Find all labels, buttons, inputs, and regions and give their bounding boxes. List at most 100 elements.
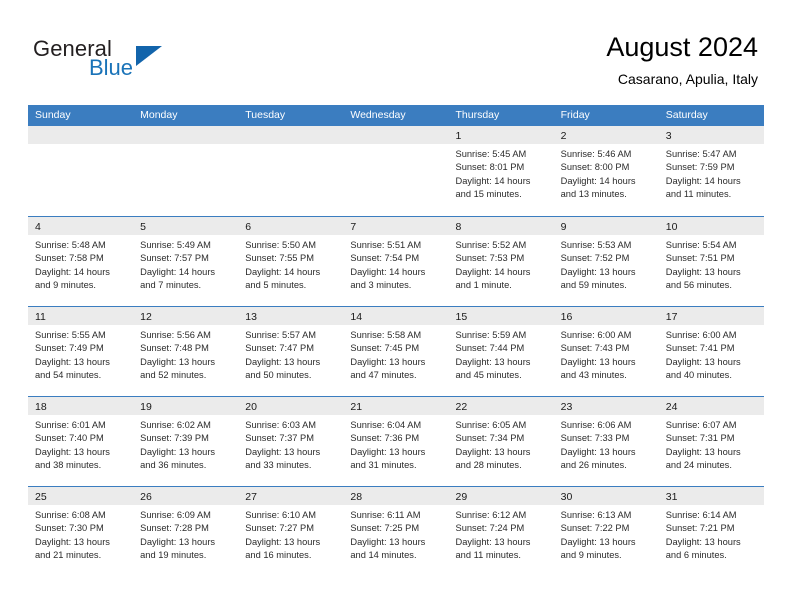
day-cell[interactable]: 1 Sunrise: 5:45 AM Sunset: 8:01 PM Daylight… [448, 126, 554, 215]
day-cell[interactable]: 19 Sunrise: 6:02 AM Sunset: 7:39 PM Dayligh… [133, 397, 239, 486]
day-cell-empty [343, 126, 449, 215]
day-cell[interactable]: 28 Sunrise: 6:11 AM Sunset: 7:25 PM Dayligh… [343, 487, 449, 576]
day-cell[interactable]: 3 Sunrise: 5:47 AM Sunset: 7:59 PM Daylight… [658, 126, 764, 215]
sunrise-text: Sunrise: 5:45 AM [455, 149, 527, 159]
daylight-text-line1: Daylight: 13 hours [35, 446, 110, 457]
day-of-week-header-row: Sunday Monday Tuesday Wednesday Thursday… [28, 105, 764, 126]
sunrise-text: Sunrise: 6:09 AM [140, 510, 211, 520]
sunrise-text: Sunrise: 5:48 AM [35, 240, 106, 250]
sunrise-text: Sunrise: 6:00 AM [665, 330, 737, 340]
day-details: Sunrise: 5:53 AM Sunset: 7:52 PM Daylight:… [554, 235, 659, 293]
day-number-band: 27 [238, 487, 344, 505]
day-cell[interactable]: 12 Sunrise: 5:56 AM Sunset: 7:48 PM Dayligh… [133, 307, 239, 396]
week-row: 1 Sunrise: 5:45 AM Sunset: 8:01 PM Daylight… [28, 126, 764, 216]
day-cell[interactable]: 24 Sunrise: 6:07 AM Sunset: 7:31 PM Dayligh… [658, 397, 764, 486]
day-number: 6 [245, 221, 252, 233]
day-number-band [133, 126, 239, 144]
day-details: Sunrise: 6:04 AM Sunset: 7:36 PM Daylight:… [343, 415, 448, 473]
day-number: 28 [350, 491, 363, 503]
daylight-text-line2: and 7 minutes. [140, 280, 202, 291]
day-number-band [343, 126, 449, 144]
daylight-text-line1: Daylight: 13 hours [245, 536, 321, 547]
sunrise-text: Sunrise: 6:03 AM [245, 420, 317, 430]
day-number-band: 20 [238, 397, 344, 415]
day-cell[interactable]: 5 Sunrise: 5:49 AM Sunset: 7:57 PM Daylight… [133, 217, 239, 306]
day-number-band: 30 [553, 487, 659, 505]
page-title: August 2024 [606, 32, 758, 62]
day-details: Sunrise: 5:50 AM Sunset: 7:55 PM Daylight:… [238, 235, 343, 293]
day-number-band: 7 [343, 217, 449, 235]
sunrise-text: Sunrise: 6:04 AM [350, 420, 422, 430]
day-details: Sunrise: 6:12 AM Sunset: 7:24 PM Daylight:… [449, 505, 554, 563]
sunset-text: Sunset: 7:31 PM [665, 433, 735, 444]
day-cell[interactable]: 21 Sunrise: 6:04 AM Sunset: 7:36 PM Dayligh… [343, 397, 449, 486]
day-details: Sunrise: 6:02 AM Sunset: 7:39 PM Daylight:… [133, 415, 238, 473]
sunset-text: Sunset: 7:39 PM [140, 433, 209, 444]
day-cell[interactable]: 30 Sunrise: 6:13 AM Sunset: 7:22 PM Dayligh… [553, 487, 659, 576]
day-cell[interactable]: 16 Sunrise: 6:00 AM Sunset: 7:43 PM Dayligh… [553, 307, 659, 396]
daylight-text-line1: Daylight: 13 hours [455, 446, 531, 457]
day-cell[interactable]: 15 Sunrise: 5:59 AM Sunset: 7:44 PM Dayligh… [448, 307, 554, 396]
daylight-text-line2: and 1 minute. [455, 280, 512, 291]
sunrise-text: Sunrise: 5:46 AM [560, 149, 632, 159]
day-cell[interactable]: 8 Sunrise: 5:52 AM Sunset: 7:53 PM Daylight… [448, 217, 554, 306]
week-row: 18 Sunrise: 6:01 AM Sunset: 7:40 PM Dayligh… [28, 396, 764, 486]
sunrise-text: Sunrise: 5:47 AM [665, 149, 737, 159]
day-cell[interactable]: 9 Sunrise: 5:53 AM Sunset: 7:52 PM Daylight… [553, 217, 659, 306]
day-number: 14 [350, 311, 363, 323]
day-number: 29 [455, 491, 468, 503]
day-cell[interactable]: 26 Sunrise: 6:09 AM Sunset: 7:28 PM Dayligh… [133, 487, 239, 576]
day-cell[interactable]: 11 Sunrise: 5:55 AM Sunset: 7:49 PM Dayligh… [28, 307, 134, 396]
day-cell[interactable]: 29 Sunrise: 6:12 AM Sunset: 7:24 PM Dayligh… [448, 487, 554, 576]
day-cell[interactable]: 2 Sunrise: 5:46 AM Sunset: 8:00 PM Daylight… [553, 126, 659, 215]
sunrise-text: Sunrise: 6:06 AM [560, 420, 632, 430]
day-cell[interactable]: 25 Sunrise: 6:08 AM Sunset: 7:30 PM Dayligh… [28, 487, 134, 576]
daylight-text-line1: Daylight: 14 hours [245, 266, 321, 277]
day-cell[interactable]: 6 Sunrise: 5:50 AM Sunset: 7:55 PM Daylight… [238, 217, 344, 306]
day-number: 24 [665, 401, 678, 413]
day-cell[interactable]: 17 Sunrise: 6:00 AM Sunset: 7:41 PM Dayligh… [658, 307, 764, 396]
day-number-band: 9 [553, 217, 659, 235]
day-cell[interactable]: 13 Sunrise: 5:57 AM Sunset: 7:47 PM Dayligh… [238, 307, 344, 396]
day-number-band: 3 [658, 126, 764, 144]
sunset-text: Sunset: 7:47 PM [245, 343, 314, 354]
day-cell[interactable]: 27 Sunrise: 6:10 AM Sunset: 7:27 PM Dayligh… [238, 487, 344, 576]
daylight-text-line2: and 59 minutes. [560, 280, 627, 291]
daylight-text-line1: Daylight: 13 hours [560, 446, 636, 457]
sunrise-text: Sunrise: 6:08 AM [35, 510, 106, 520]
day-number-band [28, 126, 134, 144]
sunset-text: Sunset: 7:40 PM [35, 433, 104, 444]
dow-tuesday: Tuesday [245, 109, 286, 121]
daylight-text-line2: and 16 minutes. [245, 550, 312, 561]
day-number-band: 17 [658, 307, 764, 325]
sunrise-text: Sunrise: 5:51 AM [350, 240, 422, 250]
sunrise-text: Sunrise: 5:54 AM [665, 240, 737, 250]
day-number-band: 8 [448, 217, 554, 235]
daylight-text-line2: and 9 minutes. [35, 280, 96, 291]
day-number: 22 [455, 401, 468, 413]
calendar-page: General Blue August 2024 Casarano, Apuli… [0, 0, 792, 612]
sunset-text: Sunset: 7:37 PM [245, 433, 314, 444]
day-cell-empty [28, 126, 134, 215]
general-blue-logo[interactable]: General Blue [33, 36, 263, 86]
day-cell[interactable]: 18 Sunrise: 6:01 AM Sunset: 7:40 PM Dayligh… [28, 397, 134, 486]
day-details: Sunrise: 6:06 AM Sunset: 7:33 PM Daylight:… [554, 415, 659, 473]
daylight-text-line1: Daylight: 14 hours [455, 175, 531, 186]
day-cell[interactable]: 10 Sunrise: 5:54 AM Sunset: 7:51 PM Dayligh… [658, 217, 764, 306]
day-cell[interactable]: 22 Sunrise: 6:05 AM Sunset: 7:34 PM Dayligh… [448, 397, 554, 486]
week-row: 25 Sunrise: 6:08 AM Sunset: 7:30 PM Dayligh… [28, 486, 764, 576]
daylight-text-line1: Daylight: 13 hours [245, 446, 321, 457]
daylight-text-line2: and 26 minutes. [560, 460, 627, 471]
day-cell[interactable]: 4 Sunrise: 5:48 AM Sunset: 7:58 PM Daylight… [28, 217, 134, 306]
day-details [28, 144, 133, 148]
day-cell[interactable]: 20 Sunrise: 6:03 AM Sunset: 7:37 PM Dayligh… [238, 397, 344, 486]
day-cell[interactable]: 23 Sunrise: 6:06 AM Sunset: 7:33 PM Dayligh… [553, 397, 659, 486]
daylight-text-line1: Daylight: 13 hours [560, 266, 636, 277]
day-cell[interactable]: 31 Sunrise: 6:14 AM Sunset: 7:21 PM Dayligh… [658, 487, 764, 576]
sunrise-text: Sunrise: 5:59 AM [455, 330, 527, 340]
daylight-text-line1: Daylight: 13 hours [665, 266, 741, 277]
daylight-text-line1: Daylight: 13 hours [350, 536, 426, 547]
sunset-text: Sunset: 7:43 PM [560, 343, 630, 354]
day-cell[interactable]: 7 Sunrise: 5:51 AM Sunset: 7:54 PM Daylight… [343, 217, 449, 306]
day-cell[interactable]: 14 Sunrise: 5:58 AM Sunset: 7:45 PM Dayligh… [343, 307, 449, 396]
